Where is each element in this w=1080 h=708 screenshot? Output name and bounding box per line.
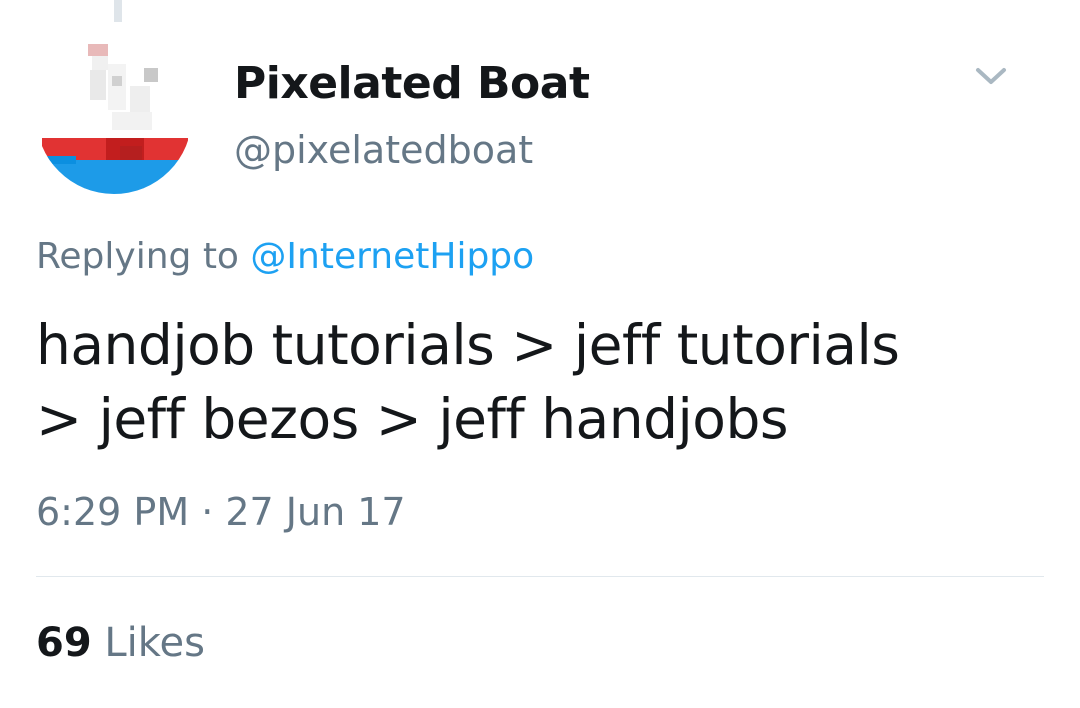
chevron-down-icon[interactable] [970, 58, 1012, 92]
replying-to-line: Replying to @InternetHippo [36, 236, 534, 277]
tweet-text: handjob tutorials > jeff tutorials > jef… [36, 308, 1046, 456]
thread-connector-line [114, 0, 122, 22]
likes-number: 69 [36, 620, 92, 666]
divider [36, 576, 1044, 577]
reply-mention-link[interactable]: @InternetHippo [250, 236, 534, 277]
tweet-text-line: > jeff bezos > jeff handjobs [36, 387, 789, 451]
author-handle[interactable]: @pixelatedboat [234, 128, 533, 172]
tweet-timestamp[interactable]: 6:29 PM · 27 Jun 17 [36, 490, 406, 534]
avatar[interactable] [36, 38, 192, 194]
likes-label: Likes [104, 620, 205, 666]
likes-count[interactable]: 69 Likes [36, 620, 205, 666]
replying-to-prefix: Replying to [36, 236, 239, 277]
pixel-boat-avatar-icon [36, 38, 192, 194]
author-display-name[interactable]: Pixelated Boat [234, 58, 590, 109]
tweet-text-line: handjob tutorials > jeff tutorials [36, 313, 900, 377]
